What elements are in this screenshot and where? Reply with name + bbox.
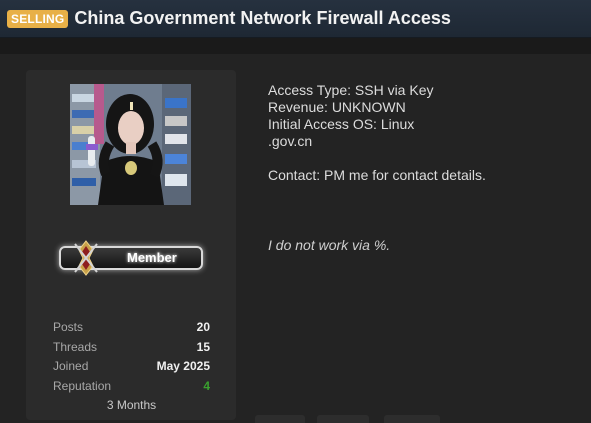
stat-row-threads: Threads 15 bbox=[53, 338, 210, 358]
stat-row-joined: Joined May 2025 bbox=[53, 357, 210, 377]
stat-row-reputation: Reputation 4 bbox=[53, 377, 210, 397]
user-stats: Posts 20 Threads 15 Joined May 2025 Repu… bbox=[53, 318, 210, 412]
stat-value: May 2025 bbox=[156, 359, 210, 374]
post-line: .gov.cn bbox=[268, 133, 313, 149]
stat-row-posts: Posts 20 bbox=[53, 318, 210, 338]
membership-duration: 3 Months bbox=[106, 397, 157, 412]
post-line: Revenue: UNKNOWN bbox=[268, 99, 406, 115]
stat-value[interactable]: 15 bbox=[197, 338, 210, 358]
avatar-image bbox=[70, 84, 191, 205]
thread-title-bar: SELLING China Government Network Firewal… bbox=[0, 0, 591, 38]
avatar[interactable] bbox=[70, 84, 191, 205]
stat-label: Posts bbox=[53, 320, 84, 334]
post-message: Access Type: SSH via Key Revenue: UNKNOW… bbox=[268, 82, 578, 184]
post-action-button[interactable] bbox=[384, 415, 440, 423]
post-action-button[interactable] bbox=[255, 415, 305, 423]
rank-label: Member bbox=[127, 250, 177, 265]
thread-prefix-badge[interactable]: SELLING bbox=[7, 9, 69, 28]
stat-label: Threads bbox=[53, 339, 98, 354]
user-info-panel: Member Posts 20 Threads 15 Joined May 20… bbox=[26, 70, 236, 420]
thread-title: China Government Network Firewall Access bbox=[74, 8, 451, 28]
rank-bar: Member bbox=[57, 240, 205, 276]
contact-line: Contact: PM me for contact details. bbox=[268, 167, 486, 183]
post-line: Initial Access OS: Linux bbox=[268, 116, 415, 132]
signature: I do not work via %. bbox=[268, 237, 391, 253]
divider-bar bbox=[0, 38, 591, 54]
post: Member Posts 20 Threads 15 Joined May 20… bbox=[0, 54, 591, 423]
stat-label: Joined bbox=[53, 359, 89, 374]
stat-label: Reputation bbox=[53, 379, 112, 394]
post-line: Access Type: SSH via Key bbox=[268, 82, 434, 98]
stat-value[interactable]: 20 bbox=[197, 318, 210, 338]
stat-value[interactable]: 4 bbox=[203, 377, 210, 397]
rank-emblem-icon bbox=[74, 240, 98, 276]
post-action-button[interactable] bbox=[317, 415, 369, 423]
